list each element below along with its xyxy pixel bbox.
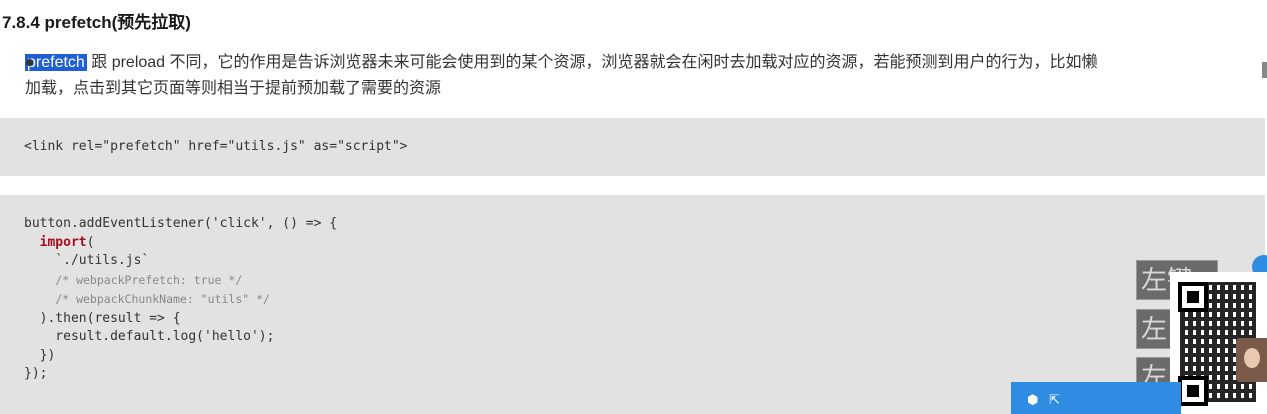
code-line: ).then(result => { bbox=[24, 310, 181, 326]
paragraph-line-1: 跟 preload 不同，它的作用是告诉浏览器未来可能会使用到的某个资源，浏览器… bbox=[86, 54, 1098, 71]
code-line: result.default.log('hello'); bbox=[24, 329, 275, 344]
code-line: }); bbox=[24, 366, 48, 381]
selected-text[interactable]: prefetch bbox=[25, 54, 87, 71]
code-comment: /* webpackChunkName: "utils" */ bbox=[55, 292, 270, 306]
code-line: `./utils.js` bbox=[24, 253, 150, 268]
paragraph-text: prefetch 跟 preload 不同，它的作用是告诉浏览器未来可能会使用到… bbox=[25, 50, 1258, 102]
paragraph-line-2: 加载，点击到其它页面等则相当于提前预加载了需要的资源 bbox=[25, 80, 442, 97]
section-heading: 7.8.4 prefetch(预先拉取) bbox=[2, 13, 191, 32]
code-comment: /* webpackPrefetch: true */ bbox=[55, 272, 243, 287]
code-keyword: import bbox=[39, 234, 87, 250]
code-import-lines: button.addEventListener('click', () => {… bbox=[24, 215, 337, 384]
code-link-line: <link rel="prefetch" href="utils.js" as=… bbox=[24, 139, 408, 154]
bullet-icon bbox=[26, 59, 33, 66]
avatar bbox=[1236, 338, 1267, 382]
code-line: ( bbox=[86, 234, 95, 250]
floating-toolbar[interactable]: ⬢ ⇱ bbox=[1011, 382, 1181, 414]
description-paragraph: prefetch 跟 preload 不同，它的作用是告诉浏览器未来可能会使用到… bbox=[8, 50, 1258, 102]
qr-finder-icon bbox=[1178, 282, 1208, 312]
code-block-link: <link rel="prefetch" href="utils.js" as=… bbox=[0, 118, 1265, 176]
avatar-face bbox=[1244, 348, 1260, 368]
shield-icon[interactable]: ⬢ bbox=[1027, 392, 1038, 408]
qr-finder-icon bbox=[1178, 376, 1208, 406]
share-icon[interactable]: ⇱ bbox=[1049, 392, 1060, 408]
code-line: }) bbox=[24, 347, 56, 363]
code-line: button.addEventListener('click', () => { bbox=[24, 216, 338, 231]
scrollbar-edge[interactable] bbox=[1262, 62, 1267, 78]
